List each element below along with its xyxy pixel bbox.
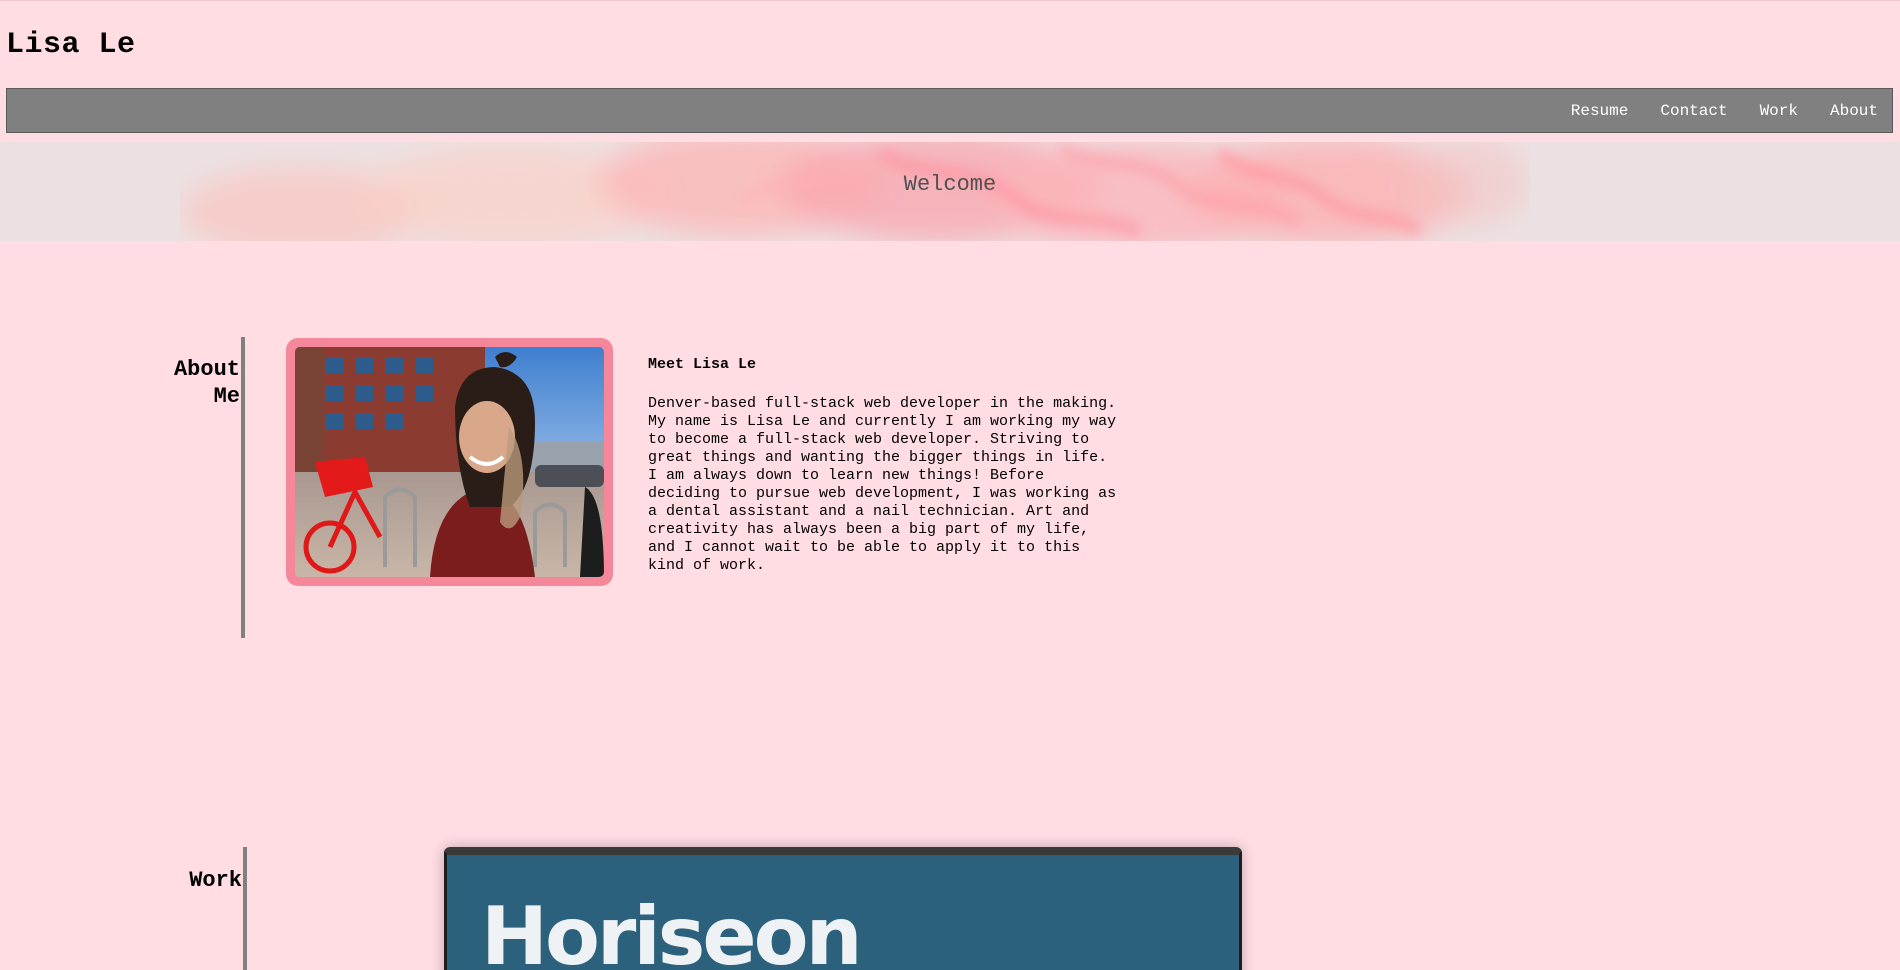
work-section-heading: Work — [189, 868, 242, 893]
work-project-card-horiseon[interactable]: Horiseon — [444, 847, 1242, 970]
about-title: Meet Lisa Le — [648, 356, 757, 373]
nav-link-about[interactable]: About — [1830, 102, 1878, 120]
work-project-title: Horiseon — [481, 890, 863, 970]
nav-link-resume[interactable]: Resume — [1571, 102, 1629, 120]
nav-link-work[interactable]: Work — [1760, 102, 1798, 120]
hero-title: Welcome — [903, 172, 997, 197]
about-section-heading: About Me — [173, 357, 240, 409]
profile-photo-frame — [286, 338, 613, 586]
about-body: Denver-based full-stack web developer in… — [648, 395, 1117, 574]
nav-link-contact[interactable]: Contact — [1660, 102, 1727, 120]
work-section-divider — [243, 847, 247, 970]
portfolio-page: Lisa Le Resume Contact Work About Welcom… — [0, 0, 1900, 970]
hero-banner: Welcome — [0, 142, 1900, 241]
about-section-divider — [241, 337, 245, 638]
site-title: Lisa Le — [6, 28, 136, 62]
navbar: Resume Contact Work About — [6, 88, 1893, 133]
profile-photo — [295, 347, 604, 577]
about-text-block: Meet Lisa Le Denver-based full-stack web… — [648, 356, 1168, 575]
nav-list: Resume Contact Work About — [1571, 89, 1878, 132]
